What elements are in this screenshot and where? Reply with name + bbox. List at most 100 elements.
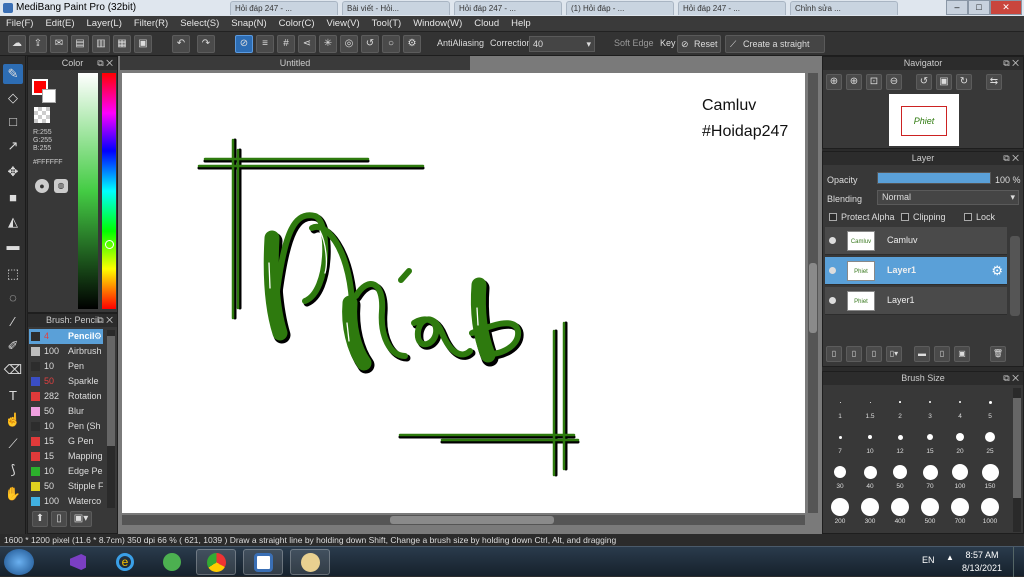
brush-size-option[interactable]: 2: [885, 391, 915, 424]
zoom-in-2-icon[interactable]: ⊕: [846, 74, 862, 90]
brush-item[interactable]: 15 G Pen: [29, 434, 103, 449]
internet-explorer-icon[interactable]: e: [105, 549, 145, 575]
horizontal-scrollbar[interactable]: [122, 515, 805, 525]
layer-row[interactable]: Phiet Layer1: [825, 287, 1007, 315]
hue-handle[interactable]: [105, 240, 114, 249]
layer-settings-icon[interactable]: ⚙: [991, 263, 1003, 279]
merge-layer-icon[interactable]: ▣: [954, 346, 970, 362]
brush-size-option[interactable]: 25: [975, 426, 1005, 459]
parallel-snap-icon[interactable]: ≡: [256, 35, 274, 53]
brush-size-option[interactable]: 3: [915, 391, 945, 424]
minimize-button[interactable]: –: [946, 0, 968, 15]
eraser-tool-icon[interactable]: ◇: [3, 88, 23, 108]
add-brush-icon[interactable]: ⬆: [32, 511, 48, 527]
radial-snap-icon[interactable]: ✳: [319, 35, 337, 53]
brush-settings-icon[interactable]: ⚙: [94, 329, 102, 344]
save-icon[interactable]: ▥: [92, 35, 110, 53]
layout-icon[interactable]: ▣: [134, 35, 152, 53]
brush-size-option[interactable]: 50: [885, 461, 915, 494]
undo-icon[interactable]: ↶: [172, 35, 190, 53]
language-indicator[interactable]: EN: [922, 555, 935, 565]
brush-size-option[interactable]: 1.5: [855, 391, 885, 424]
straight-line-button[interactable]: ⟋Create a straight line: [725, 35, 825, 65]
visibility-icon[interactable]: [829, 237, 836, 244]
close-button[interactable]: ✕: [990, 0, 1022, 15]
curve-snap-icon[interactable]: ↺: [361, 35, 379, 53]
menu-item-help[interactable]: Help: [505, 16, 537, 29]
new-file-icon[interactable]: ▤: [71, 35, 89, 53]
shape-tool-icon[interactable]: □: [3, 112, 23, 132]
close-icon[interactable]: ⧉ ✕: [97, 57, 113, 70]
brush-item[interactable]: 100 Airbrush: [29, 344, 103, 359]
brush-scrollbar[interactable]: [107, 330, 115, 508]
tray-chevron-icon[interactable]: ▲: [946, 553, 954, 562]
cloud-icon[interactable]: ☁: [8, 35, 26, 53]
navigator-preview[interactable]: Phiet: [889, 94, 959, 146]
clock[interactable]: 8:57 AM 8/13/2021: [962, 549, 1002, 575]
visibility-icon[interactable]: [829, 267, 836, 274]
brush-size-option[interactable]: 500: [915, 496, 945, 529]
brush-size-option[interactable]: 200: [825, 496, 855, 529]
lasso-tool-icon[interactable]: ◌: [3, 288, 23, 308]
snap-off-icon[interactable]: ⊘: [235, 35, 253, 53]
correction-select[interactable]: 40 ▾: [529, 36, 595, 52]
chrome-icon[interactable]: [196, 549, 236, 575]
visual-studio-icon[interactable]: [58, 549, 98, 575]
layer-row[interactable]: Camluv #Hoidap247 Camluv: [825, 227, 1007, 265]
layer-row[interactable]: Phiet Layer1 ⚙: [825, 257, 1007, 285]
move-brush-icon[interactable]: ↗: [3, 136, 23, 156]
copy-layer-icon[interactable]: ▯: [934, 346, 950, 362]
brush-file-icon[interactable]: ▯: [51, 511, 67, 527]
delete-layer-icon[interactable]: 🗑: [990, 346, 1006, 362]
brush-size-option[interactable]: 150: [975, 461, 1005, 494]
browser-tab[interactable]: Hỏi đáp 247 - ...: [230, 1, 338, 15]
zoom-out-icon[interactable]: ⊖: [886, 74, 902, 90]
menu-item-file[interactable]: File(F): [0, 16, 39, 29]
bucket-tool-icon[interactable]: ◭: [3, 212, 23, 232]
rotate-left-icon[interactable]: ↺: [916, 74, 932, 90]
snap-settings-icon[interactable]: ⚙: [403, 35, 421, 53]
brush-item[interactable]: 100 Waterco: [29, 494, 103, 509]
protect-alpha-checkbox[interactable]: [829, 213, 837, 221]
menu-item-color[interactable]: Color(C): [273, 16, 321, 29]
brush-item[interactable]: 4 Pencil ⚙: [29, 329, 103, 344]
fill-shape-icon[interactable]: ■: [3, 188, 23, 208]
paint-icon[interactable]: [290, 549, 330, 575]
menu-item-select[interactable]: Select(S): [174, 16, 225, 29]
brush-size-option[interactable]: 70: [915, 461, 945, 494]
brush-size-option[interactable]: 10: [855, 426, 885, 459]
drawing-canvas[interactable]: Camluv #Hoidap247: [122, 73, 805, 513]
zoom-fit-icon[interactable]: ⊡: [866, 74, 882, 90]
new-layer-icon[interactable]: ▯: [826, 346, 842, 362]
share-icon[interactable]: ⇪: [29, 35, 47, 53]
menu-item-cloud[interactable]: Cloud: [468, 16, 505, 29]
add-layer-menu-icon[interactable]: ▯▾: [886, 346, 902, 362]
start-button[interactable]: [4, 549, 34, 575]
brush-size-option[interactable]: 12: [885, 426, 915, 459]
brush-size-option[interactable]: 7: [825, 426, 855, 459]
menu-item-edit[interactable]: Edit(E): [39, 16, 80, 29]
coccoc-browser-icon[interactable]: [152, 549, 192, 575]
hue-slider[interactable]: [102, 73, 116, 309]
cross-snap-icon[interactable]: #: [277, 35, 295, 53]
saturation-slider[interactable]: [78, 73, 98, 309]
comment-icon[interactable]: ✉: [50, 35, 68, 53]
show-desktop-button[interactable]: [1013, 547, 1024, 577]
folder-icon[interactable]: ▬: [914, 346, 930, 362]
close-icon[interactable]: ⧉ ✕: [1003, 152, 1019, 165]
brush-item[interactable]: 50 Stipple F: [29, 479, 103, 494]
brush-size-scrollbar[interactable]: [1013, 388, 1021, 532]
blending-select[interactable]: Normal ▾: [877, 190, 1019, 205]
menu-item-layer[interactable]: Layer(L): [81, 16, 128, 29]
reset-button[interactable]: ⊘ Reset: [677, 35, 721, 53]
browser-tab[interactable]: Chỉnh sửa ...: [790, 1, 898, 15]
brush-size-option[interactable]: 5: [975, 391, 1005, 424]
new-halftone-layer-icon[interactable]: ▯: [846, 346, 862, 362]
menu-item-view[interactable]: View(V): [321, 16, 366, 29]
brush-tool-icon[interactable]: ✎: [3, 64, 23, 84]
browser-tab[interactable]: Bài viết - Hỏi...: [342, 1, 450, 15]
zoom-in-icon[interactable]: ⊕: [826, 74, 842, 90]
brush-item[interactable]: 50 Blur: [29, 404, 103, 419]
grid-settings-icon[interactable]: ▦: [113, 35, 131, 53]
menu-item-tool[interactable]: Tool(T): [366, 16, 408, 29]
